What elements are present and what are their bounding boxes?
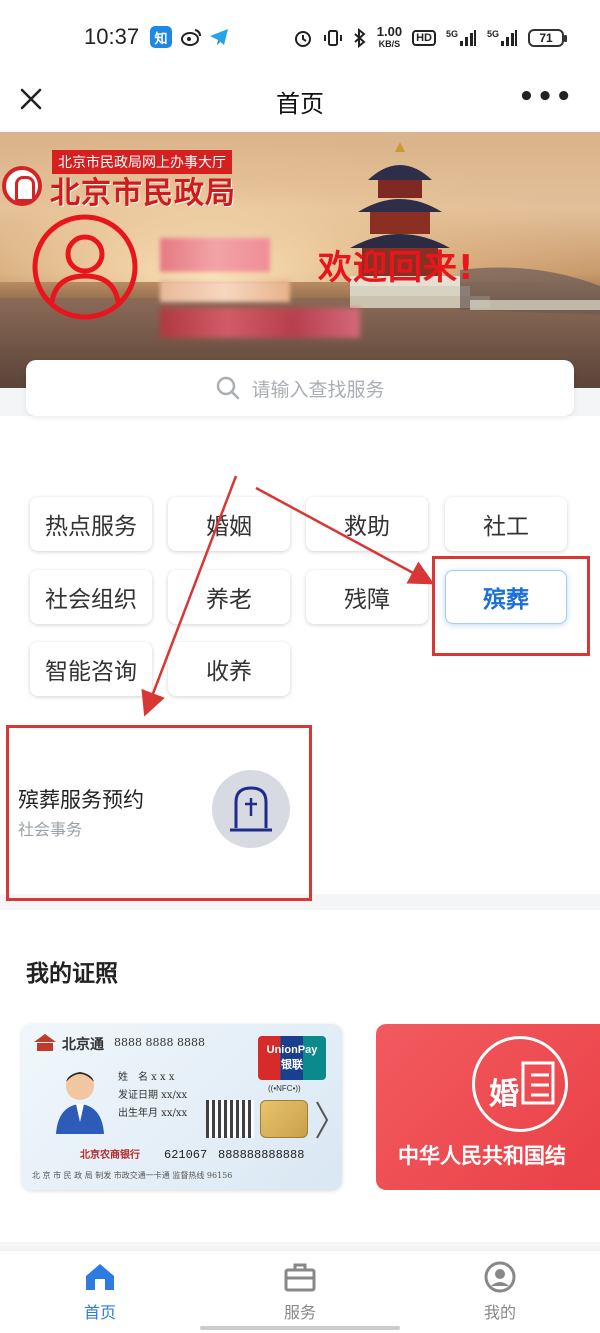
telegram-app-icon	[208, 26, 230, 48]
nfc-label: ((•NFC•))	[268, 1084, 301, 1093]
bureau-name: 北京市民政局	[50, 176, 236, 211]
net-speed: 1.00 KB/S	[376, 24, 403, 49]
status-indicators: 1.00 KB/S HD 5G 5G 71	[293, 24, 567, 52]
tab-home[interactable]: 首页	[40, 1261, 160, 1323]
briefcase-icon	[284, 1263, 316, 1292]
beijing-tong-card[interactable]: 北京通 8888 8888 8888 姓 名 x x x 发证日期 xx/xx …	[22, 1024, 342, 1190]
welcome-text: 欢迎回来!	[318, 248, 475, 288]
nav-bar: 首页 •••	[0, 78, 600, 132]
hd-badge: HD	[412, 30, 436, 46]
zhihu-app-icon: 知	[150, 26, 172, 48]
card-footer: 北 京 市 民 政 局 制发 市政交通一卡通 监督热线 96156	[32, 1171, 233, 1180]
marriage-certificate-card[interactable]: 婚 中华人民共和国结	[376, 1024, 600, 1190]
more-menu-icon[interactable]: •••	[518, 82, 574, 112]
category-social-organizations[interactable]: 社会组织	[30, 570, 152, 624]
card-field-birth: 出生年月 xx/xx	[118, 1108, 188, 1119]
card-chip	[260, 1100, 308, 1138]
alarm-icon	[294, 31, 311, 47]
tab-label: 我的	[483, 1303, 516, 1322]
battery-indicator: 71	[528, 29, 567, 47]
category-smart-consult[interactable]: 智能咨询	[30, 642, 152, 696]
bank-name: 北京农商银行	[80, 1150, 140, 1161]
signal-5g-1: 5G	[446, 29, 477, 47]
account-number: 888888888888	[218, 1148, 305, 1162]
weibo-app-icon	[180, 26, 202, 48]
signal-5g-2: 5G	[487, 29, 518, 47]
bottom-tab-bar: 首页 服务 我的	[0, 1250, 600, 1333]
card-field-name: 姓 名 x x x	[118, 1072, 175, 1083]
blurred-id	[160, 308, 360, 338]
category-disability[interactable]: 残障	[306, 570, 428, 624]
marriage-logo-icon: 婚	[472, 1036, 568, 1132]
welcome-banner: 北京市民政局网上办事大厅 北京市民政局 欢迎回来!	[0, 132, 600, 388]
home-icon	[86, 1264, 114, 1290]
category-marriage[interactable]: 婚姻	[168, 497, 290, 551]
home-indicator	[200, 1326, 400, 1330]
tab-label: 首页	[83, 1303, 116, 1322]
my-certificates-section: 我的证照 北京通 8888 8888 8888 姓 名 x x x 发证日期 x…	[0, 910, 600, 1242]
category-social-work[interactable]: 社工	[445, 497, 567, 551]
person-photo-icon	[56, 1072, 104, 1134]
annotation-box-funeral-chip	[432, 556, 590, 656]
avatar[interactable]	[30, 212, 140, 322]
account-prefix: 621067	[164, 1148, 208, 1162]
qr-code	[206, 1100, 254, 1138]
blurred-username	[160, 238, 270, 272]
bluetooth-icon	[354, 28, 366, 48]
category-hot-services[interactable]: 热点服务	[30, 497, 152, 551]
category-elderly-care[interactable]: 养老	[168, 570, 290, 624]
search-input[interactable]: 请输入查找服务	[26, 360, 574, 416]
status-bar: 10:37 知 1.00 KB/S HD 5G 5G 71	[0, 0, 600, 78]
category-relief[interactable]: 救助	[306, 497, 428, 551]
chevron-right-icon	[316, 1101, 329, 1139]
blurred-info	[160, 280, 290, 302]
page-title: 首页	[276, 90, 324, 118]
section-title: 我的证照	[26, 961, 118, 987]
annotation-box-service-card	[6, 725, 312, 901]
card-brand: 北京通	[62, 1037, 104, 1053]
status-time: 10:37	[84, 24, 140, 49]
card-field-issue-date: 发证日期 xx/xx	[118, 1090, 188, 1101]
tab-services[interactable]: 服务	[240, 1261, 360, 1323]
marriage-cert-text: 中华人民共和国结	[398, 1144, 566, 1168]
card-number: 8888 8888 8888	[114, 1036, 205, 1049]
bureau-logo	[2, 166, 42, 206]
beijing-tong-logo-icon	[34, 1034, 56, 1051]
user-circle-icon	[484, 1261, 516, 1293]
search-placeholder: 请输入查找服务	[251, 378, 385, 401]
category-adoption[interactable]: 收养	[168, 642, 290, 696]
unionpay-logo: UnionPay 银联	[258, 1036, 326, 1080]
search-icon	[217, 376, 240, 400]
tab-label: 服务	[283, 1303, 316, 1322]
vibrate-icon	[323, 30, 342, 46]
tab-mine[interactable]: 我的	[440, 1261, 560, 1323]
